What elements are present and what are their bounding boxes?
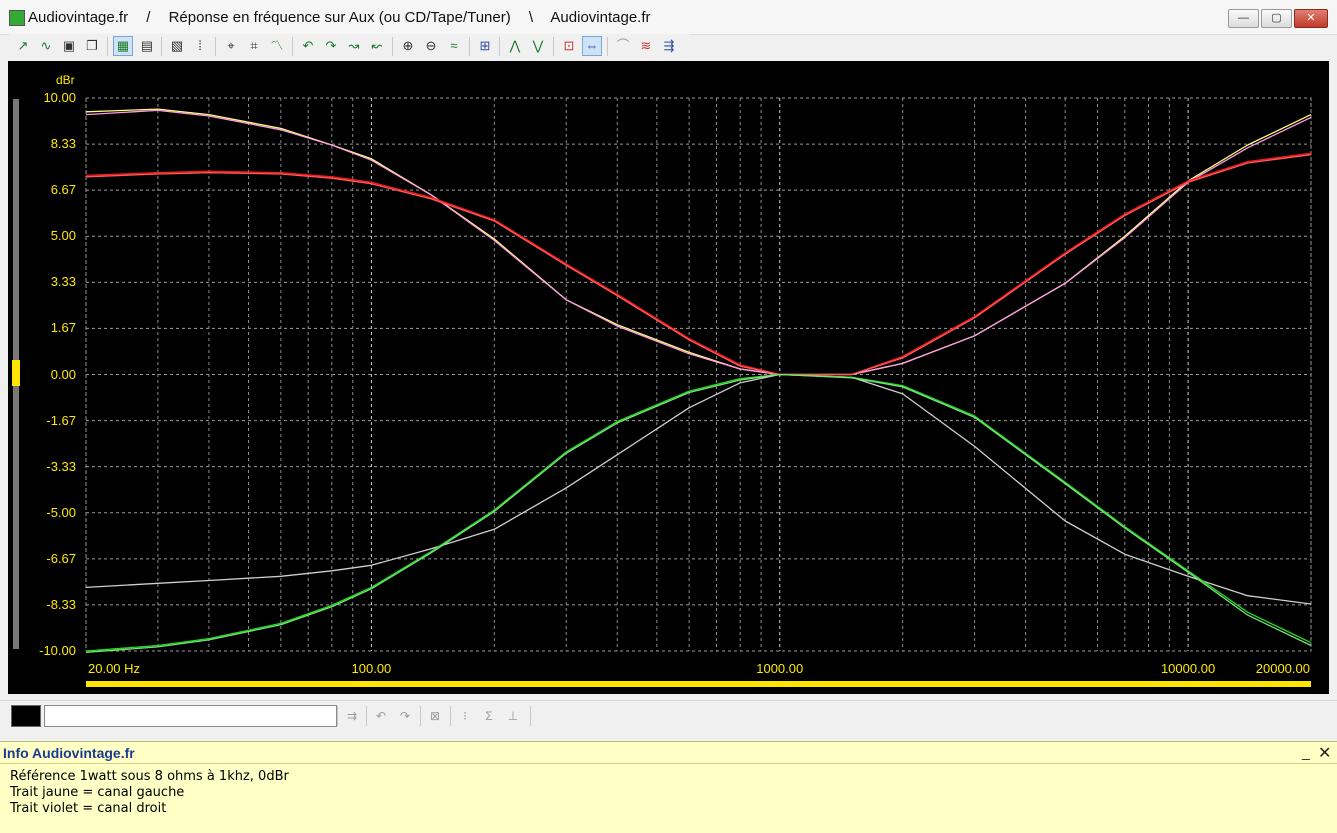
status-separator xyxy=(530,706,531,726)
series-line-3 xyxy=(85,154,1312,376)
info-panel: Info Audiovintage.fr _ ✕ Référence 1watt… xyxy=(0,741,1337,833)
frequency-response-chart xyxy=(85,97,1312,654)
info-line: Trait violet = canal droit xyxy=(10,801,167,816)
info-close-button[interactable]: ✕ xyxy=(1318,743,1331,763)
stats-icon[interactable]: ⁝ xyxy=(455,707,475,725)
status-separator xyxy=(450,706,451,726)
status-separator xyxy=(337,706,338,726)
status-separator xyxy=(420,706,421,726)
series-line-2 xyxy=(85,152,1312,376)
series-line-0 xyxy=(85,108,1312,376)
sum-icon[interactable]: Σ xyxy=(479,707,499,725)
color-swatch[interactable] xyxy=(11,705,41,727)
series-line-1 xyxy=(85,109,1312,376)
info-line: Trait jaune = canal gauche xyxy=(10,785,185,800)
scale-icon[interactable]: ⊠ xyxy=(425,707,445,725)
status-bar: ⇉ ↶ ↷ ⊠ ⁝ Σ ⊥ xyxy=(0,700,1337,732)
chart-icon[interactable]: ⊥ xyxy=(503,707,523,725)
redo-icon[interactable]: ↷ xyxy=(395,707,415,725)
axis-icon[interactable]: ⇉ xyxy=(342,707,362,725)
info-title: Info Audiovintage.fr xyxy=(3,745,135,761)
undo-icon[interactable]: ↶ xyxy=(371,707,391,725)
series-line-6 xyxy=(85,373,1312,654)
series-line-4 xyxy=(85,373,1312,605)
info-header: Info Audiovintage.fr _ ✕ xyxy=(0,742,1337,764)
command-input[interactable] xyxy=(44,705,337,727)
info-minimize-button[interactable]: _ xyxy=(1302,744,1310,760)
info-line: Référence 1watt sous 8 ohms à 1khz, 0dBr xyxy=(10,769,289,784)
status-separator xyxy=(366,706,367,726)
